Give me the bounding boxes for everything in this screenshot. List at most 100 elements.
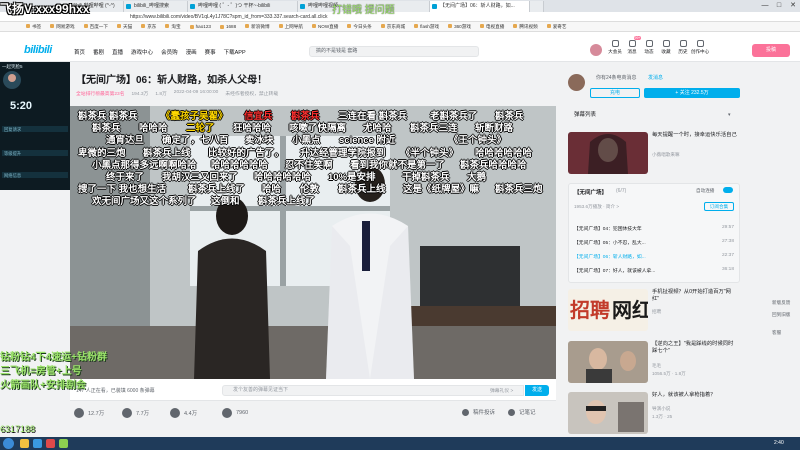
chevron-down-icon: ▾ (728, 112, 731, 118)
nav-item[interactable]: 下载APP (224, 48, 246, 56)
episode-item[interactable]: 【无间广场】07：好人，就该被人拿... 36:18 (574, 267, 734, 274)
bilibili-logo[interactable]: bilibili (24, 44, 52, 56)
collection-views: 1953.6万播放 · 简介 > (574, 204, 620, 209)
episode-item[interactable]: 【无间广场】05：小不忍，乱大... 27:38 (574, 239, 734, 246)
danmaku-etiquette-link[interactable]: 弹幕礼仪 > (490, 387, 513, 394)
app-icon[interactable] (46, 439, 55, 448)
close-button[interactable]: ✕ (786, 0, 800, 12)
overlay-row: 等级提升 (4, 151, 22, 156)
bulb-icon (696, 40, 704, 47)
coin-button[interactable]: 7.7万 (122, 408, 149, 418)
bookmark-item[interactable]: flash游戏 (414, 24, 439, 30)
rank-badge[interactable]: 全站排行榜最高第23名 (76, 90, 125, 97)
old-version-link[interactable]: 回到旧版 (772, 312, 790, 318)
rec-stats: 1056.5万 · 1.8万 (652, 371, 686, 376)
favorites-link[interactable]: 收藏 (661, 40, 671, 55)
nav-label: 创作中心 (690, 49, 710, 54)
history-link[interactable]: 历史 (678, 40, 688, 55)
rec-title: 好人，就该被人拿枪指着？ (652, 392, 716, 398)
dynamic-link[interactable]: 动态 (644, 40, 654, 55)
star-icon (662, 40, 670, 47)
view-count: 194.3万 (131, 92, 149, 97)
nav-label: 历史 (678, 49, 688, 54)
recommended-video[interactable]: 每天提醒一个时，接幸运快乐活自己 小薇唱歌来嘛 (568, 132, 740, 176)
recommended-video[interactable]: 好人，就该被人拿枪指着？ 导演小说 1.3万 · 25 (568, 392, 740, 436)
folder-icon[interactable] (20, 439, 29, 448)
rec-author: 小薇唱歌来嘛 (652, 152, 680, 157)
new-tab-button[interactable] (530, 1, 544, 12)
clock-icon (679, 40, 687, 47)
nav-item[interactable]: 游戏中心 (131, 48, 153, 56)
uploader-avatar[interactable] (568, 74, 585, 91)
nav-item[interactable]: 直播 (112, 48, 123, 56)
nav-item[interactable]: 番剧 (93, 48, 104, 56)
send-message-link[interactable]: 发消息 (648, 74, 663, 81)
browser-tab[interactable]: 哔哩哔哩 ( ゜- ゜)つ 干杯~-bilibili (188, 1, 298, 12)
fav-count: 4.4万 (184, 411, 198, 417)
video-thumbnail: 招聘 网红 (568, 289, 648, 331)
favorite-button[interactable]: 4.4万 (170, 408, 197, 418)
start-button[interactable] (3, 438, 14, 449)
bookmark-item[interactable]: 上网导航 (279, 24, 303, 30)
feedback-link[interactable]: 新版反馈 (772, 300, 790, 306)
messages-link[interactable]: 99+ 消息 (627, 36, 642, 55)
bookmark-item[interactable]: hao123 (190, 24, 211, 29)
like-button[interactable]: 12.7万 (74, 408, 104, 418)
bookmark-item[interactable]: 京东商城 (381, 24, 405, 30)
bookmark-item[interactable]: 天猫 (117, 24, 132, 30)
nav-item[interactable]: 漫画 (186, 48, 197, 56)
bookmark-item[interactable]: 爱奇艺 (547, 24, 567, 30)
bookmark-item[interactable]: 网易游戏 (50, 24, 74, 30)
bookmark-item[interactable]: 今日头条 (347, 24, 371, 30)
danmaku-list-toggle[interactable]: 弹幕列表 (568, 108, 738, 122)
creator-link[interactable]: 创作中心 (691, 40, 709, 55)
bookmark-item[interactable]: NOW直播 (312, 24, 338, 30)
nav-item[interactable]: 赛事 (205, 48, 216, 56)
uploader-message[interactable]: 你有24条电商消息 (596, 74, 637, 81)
search-input[interactable]: 搞的不是钱是 套路 (309, 46, 479, 57)
share-button[interactable]: 7960 (222, 408, 248, 418)
autoplay-label: 自动连播 (696, 188, 715, 193)
upload-button[interactable]: 投稿 (752, 44, 790, 57)
maximize-button[interactable]: □ (772, 0, 786, 12)
nav-item[interactable]: 会员购 (161, 48, 178, 56)
follow-button[interactable]: + 关注 232.5万 (644, 88, 740, 98)
video-title: 【无间广场】06：斩人财路，如杀人父母！ (76, 75, 268, 86)
bookmark-item[interactable]: 腾讯视频 (513, 24, 537, 30)
bookmark-item[interactable]: 电视直播 (480, 24, 504, 30)
episode-item[interactable]: 【无间广场】04：犯困休技大年 29:57 (574, 225, 734, 232)
avatar[interactable] (590, 44, 602, 56)
recommended-video[interactable]: 招聘 网红 手机扯视频？从0开始打造百万"网红" 招聘 (568, 289, 740, 333)
episode-item-current[interactable]: 【无间广场】06：斩人财路，如... 22:37 (574, 253, 734, 260)
bookmark-item[interactable]: 百度一下 (84, 24, 108, 30)
bookmark-item[interactable]: 书签 (26, 24, 41, 30)
vip-link[interactable]: 大会员 (608, 40, 622, 55)
note-button[interactable]: 记笔记 (508, 408, 536, 416)
browser-icon[interactable] (33, 439, 42, 448)
nav-item[interactable]: 首页 (74, 48, 85, 56)
message-icon: 99+ (628, 36, 642, 47)
bookmark-item[interactable]: 淘宝 (165, 24, 180, 30)
autoplay-toggle[interactable] (723, 187, 733, 193)
recommended-video[interactable]: 【逆向之王】"我是踩线的时候同时踩七个" 毛毛 1056.5万 · 1.8万 (568, 341, 740, 385)
taskbar (0, 437, 800, 450)
charge-button[interactable]: 充电 (590, 88, 640, 98)
episode-duration: 22:37 (721, 253, 734, 258)
danmaku-input[interactable]: 发个友善的弹幕见证当下 (222, 385, 524, 396)
minimize-button[interactable]: — (758, 0, 772, 12)
bookmark-item[interactable]: 新浪微博 (245, 24, 269, 30)
browser-tab-active[interactable]: 【无间广场】06：斩人财路，如... (430, 1, 530, 12)
danmaku-comment: 斟茶兵三炮 (495, 184, 543, 196)
app-icon[interactable] (59, 439, 68, 448)
bookmark-item[interactable]: 京东 (141, 24, 156, 30)
bookmark-item[interactable]: 360游戏 (448, 24, 471, 30)
subscribe-collection-button[interactable]: 订阅合集 (704, 202, 734, 211)
report-button[interactable]: 稿件投诉 (462, 408, 495, 416)
nav-label: 消息 (627, 49, 637, 54)
stream-watermark: 飞扬V:xxx99hxx (0, 2, 90, 16)
browser-tab[interactable]: bilibili_哔哩搜索 (124, 1, 188, 12)
support-link[interactable]: 客服 (772, 330, 781, 336)
bookmark-item[interactable]: 1688 (220, 24, 236, 29)
episode-title: 【无间广场】05：小不忍，乱大... (574, 241, 646, 246)
send-danmaku-button[interactable]: 发送 (525, 385, 549, 396)
